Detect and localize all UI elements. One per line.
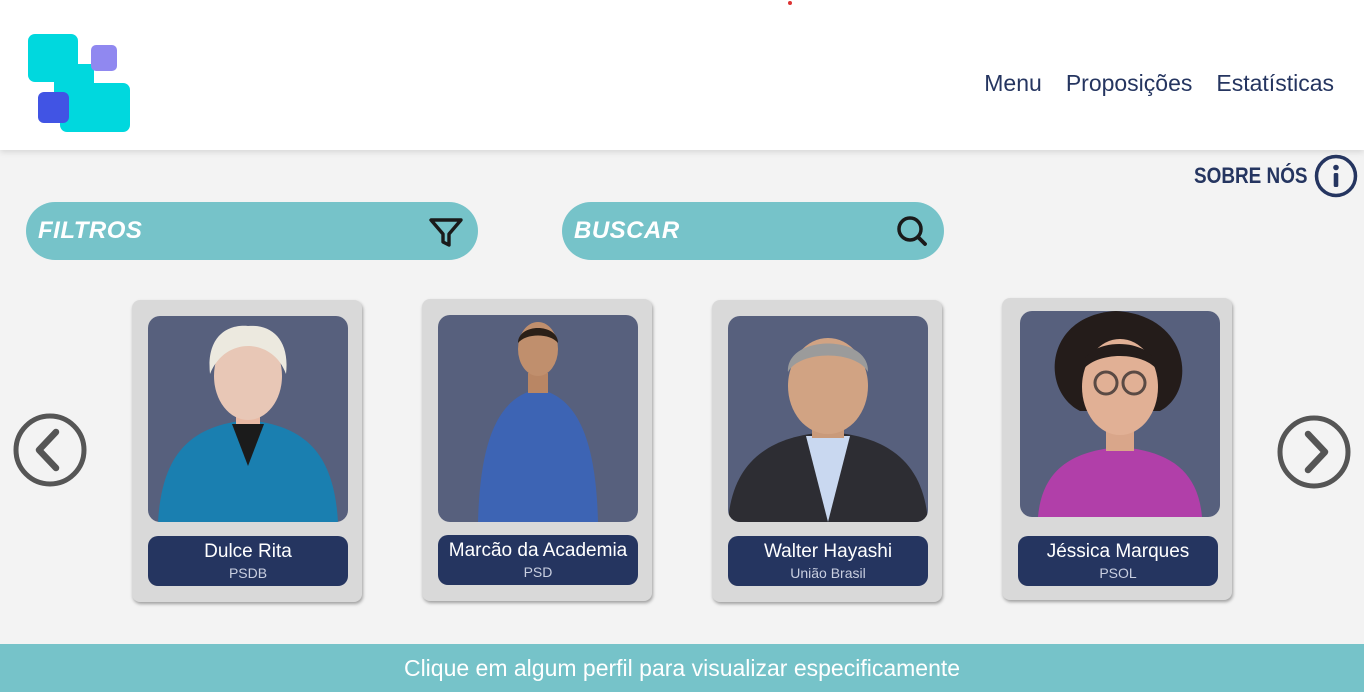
filter-icon [429, 218, 463, 247]
profile-nameplate: Dulce Rita PSDB [148, 536, 348, 586]
profile-photo [1020, 311, 1220, 517]
profile-card[interactable]: Dulce Rita PSDB [132, 300, 362, 602]
filters-label: FILTROS [38, 217, 143, 244]
profile-nameplate: Jéssica Marques PSOL [1018, 536, 1218, 586]
search-icon [897, 216, 927, 246]
profile-party: União Brasil [790, 565, 866, 581]
chevron-left-icon[interactable] [12, 412, 88, 488]
app-logo[interactable] [28, 34, 130, 132]
profile-name: Marcão da Academia [448, 540, 628, 561]
filters-button[interactable]: FILTROS [26, 202, 478, 260]
profile-nameplate: Marcão da Academia PSD [438, 535, 638, 585]
profile-card[interactable]: Walter Hayashi União Brasil [712, 300, 942, 602]
nav-menu[interactable]: Menu [984, 70, 1042, 97]
profile-party: PSD [523, 564, 553, 580]
search-button[interactable]: BUSCAR [562, 202, 944, 260]
profile-photo [728, 316, 928, 522]
profile-card[interactable]: Jéssica Marques PSOL [1002, 298, 1232, 600]
profile-nameplate: Walter Hayashi União Brasil [728, 536, 928, 586]
decorative-dot [788, 1, 792, 5]
profile-name: Walter Hayashi [763, 541, 893, 562]
header: Menu Proposições Estatísticas [0, 0, 1364, 150]
footer-hint: Clique em algum perfil para visualizar e… [0, 644, 1364, 692]
profile-photo [148, 316, 348, 522]
profile-photo [438, 315, 638, 522]
profile-party: PSDB [228, 565, 268, 581]
nav-proposicoes[interactable]: Proposições [1066, 70, 1193, 97]
search-label: BUSCAR [574, 217, 680, 244]
profile-name: Jéssica Marques [1046, 541, 1190, 562]
about-us-link[interactable]: SOBRE NÓS [1194, 154, 1358, 198]
profile-card[interactable]: Marcão da Academia PSD [422, 299, 652, 601]
about-us-label: SOBRE NÓS [1194, 163, 1308, 188]
main-nav: Menu Proposições Estatísticas [984, 70, 1334, 97]
nav-estatisticas[interactable]: Estatísticas [1216, 70, 1334, 97]
chevron-right-icon[interactable] [1276, 414, 1352, 490]
profile-name: Dulce Rita [204, 541, 292, 562]
profile-party: PSOL [1099, 565, 1137, 581]
info-icon [1314, 154, 1358, 198]
